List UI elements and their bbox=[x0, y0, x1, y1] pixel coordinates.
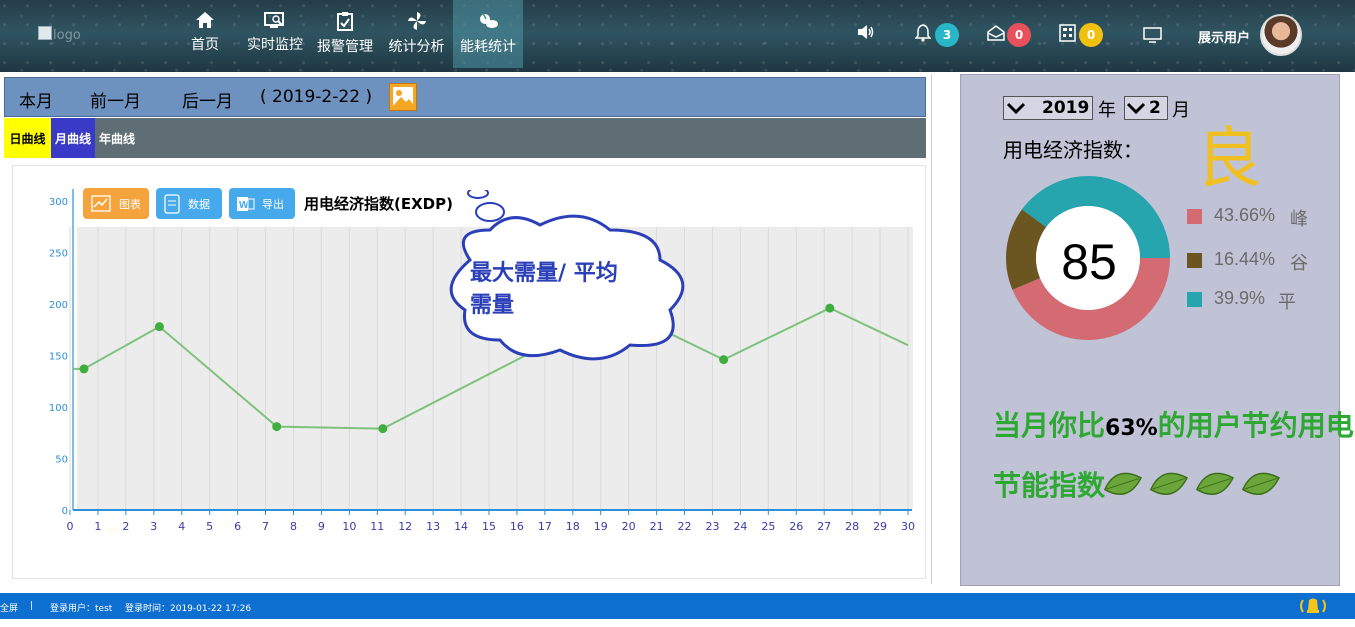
x-tick-label: 13 bbox=[426, 520, 440, 533]
data-point[interactable] bbox=[154, 322, 164, 332]
fullscreen-link[interactable]: 全屏 bbox=[0, 601, 18, 614]
x-tick-label: 11 bbox=[370, 520, 384, 533]
word-export-icon: W bbox=[237, 196, 255, 211]
data-point[interactable] bbox=[719, 355, 729, 365]
leaf-icon bbox=[1149, 472, 1189, 495]
calculator-icon[interactable] bbox=[1059, 24, 1076, 42]
energy-leaves bbox=[1103, 472, 1281, 495]
chart-chip-label: 图表 bbox=[119, 197, 141, 211]
chevron-down-icon bbox=[1126, 102, 1146, 115]
x-tick-label: 15 bbox=[482, 520, 496, 533]
x-tick-label: 1 bbox=[94, 520, 101, 533]
y-tick-label: 300 bbox=[49, 197, 68, 208]
x-tick-label: 26 bbox=[789, 520, 803, 533]
data-point[interactable] bbox=[825, 303, 835, 313]
x-tick-label: 5 bbox=[206, 520, 213, 533]
legend-valley-swatch bbox=[1187, 253, 1202, 268]
x-tick-label: 10 bbox=[342, 520, 356, 533]
login-time: 登录时间：2019-01-22 17:26 bbox=[125, 604, 252, 614]
leaf-icon bbox=[1241, 472, 1281, 495]
legend-valley-pct: 16.44% bbox=[1214, 249, 1276, 269]
user-name[interactable]: 展示用户 bbox=[1198, 27, 1250, 46]
x-tick-label: 8 bbox=[290, 520, 297, 533]
x-tick-label: 0 bbox=[67, 520, 74, 533]
x-tick-label: 30 bbox=[901, 520, 915, 533]
panel-divider bbox=[931, 74, 932, 584]
x-tick-label: 21 bbox=[650, 520, 664, 533]
saving-comparison: 当月你比63%的用户节约用电 bbox=[993, 404, 1354, 444]
chevron-down-icon bbox=[1006, 102, 1026, 115]
export-chip-label: 导出 bbox=[262, 197, 284, 211]
grade-value: 良 bbox=[1196, 120, 1262, 197]
legend-flat-swatch bbox=[1187, 292, 1202, 307]
mail-badge: 0 bbox=[1007, 23, 1031, 47]
y-tick-label: 100 bbox=[49, 403, 68, 414]
avatar[interactable] bbox=[1260, 14, 1302, 56]
export-chip[interactable]: W 导出 bbox=[229, 188, 295, 219]
legend-flat-pct: 39.9% bbox=[1214, 288, 1266, 308]
bell-badge: 3 bbox=[935, 23, 959, 47]
x-tick-label: 25 bbox=[761, 520, 775, 533]
month-unit: 月 bbox=[1172, 100, 1190, 121]
saving-pre: 当月你比 bbox=[993, 409, 1106, 442]
score-value: 85 bbox=[1061, 234, 1117, 290]
status-bar: 全屏 | 登录用户：test 登录时间：2019-01-22 17:26 bbox=[0, 593, 1355, 619]
x-tick-label: 9 bbox=[318, 520, 325, 533]
x-tick-label: 6 bbox=[234, 520, 241, 533]
x-tick-label: 16 bbox=[510, 520, 524, 533]
status-separator: | bbox=[30, 601, 34, 611]
leaf-icon bbox=[1195, 472, 1235, 495]
x-tick-label: 23 bbox=[705, 520, 719, 533]
saving-percent: 63% bbox=[1105, 416, 1158, 441]
y-tick-label: 0 bbox=[62, 506, 68, 517]
x-tick-label: 24 bbox=[733, 520, 747, 533]
cloud-annotation: 最大需量/ 平均需量 bbox=[470, 261, 618, 318]
y-tick-label: 250 bbox=[49, 249, 68, 260]
legend-peak-name: 峰 bbox=[1290, 209, 1308, 229]
legend-valley-name: 谷 bbox=[1290, 253, 1308, 273]
x-tick-label: 28 bbox=[845, 520, 859, 533]
chart-view-chip[interactable]: 图表 bbox=[83, 188, 149, 219]
data-view-chip[interactable]: 数据 bbox=[156, 188, 222, 219]
x-tick-label: 2 bbox=[122, 520, 129, 533]
data-point[interactable] bbox=[272, 422, 282, 432]
screen-icon[interactable] bbox=[1143, 27, 1162, 43]
year-select[interactable]: 2019 bbox=[1003, 96, 1093, 120]
legend-flat-name: 平 bbox=[1278, 292, 1296, 312]
x-tick-label: 18 bbox=[566, 520, 580, 533]
saving-post: 的用户节约用电 bbox=[1157, 409, 1354, 442]
legend-peak-pct: 43.66% bbox=[1214, 205, 1276, 225]
line-chart-icon bbox=[91, 194, 111, 212]
month-value: 2 bbox=[1149, 98, 1161, 118]
data-point[interactable] bbox=[79, 364, 89, 374]
x-tick-label: 3 bbox=[150, 520, 157, 533]
x-tick-label: 27 bbox=[817, 520, 831, 533]
year-unit: 年 bbox=[1098, 100, 1116, 121]
y-tick-label: 200 bbox=[49, 300, 68, 311]
data-chip-label: 数据 bbox=[188, 197, 210, 211]
data-point[interactable] bbox=[378, 424, 388, 434]
x-tick-label: 7 bbox=[262, 520, 269, 533]
alarm-icon[interactable] bbox=[1297, 596, 1329, 616]
x-tick-label: 29 bbox=[873, 520, 887, 533]
year-value: 2019 bbox=[1042, 98, 1090, 118]
leaf-icon bbox=[1103, 472, 1143, 495]
economic-index-label: 用电经济指数： bbox=[1003, 138, 1143, 162]
month-select[interactable]: 2 bbox=[1124, 96, 1168, 120]
logged-in-user: 登录用户：test bbox=[50, 604, 113, 614]
calculator-badge: 0 bbox=[1079, 23, 1103, 47]
mail-home-icon[interactable] bbox=[987, 24, 1005, 42]
document-icon bbox=[164, 193, 180, 214]
x-tick-label: 20 bbox=[622, 520, 636, 533]
x-tick-label: 4 bbox=[178, 520, 185, 533]
x-tick-label: 12 bbox=[398, 520, 412, 533]
legend-peak-swatch bbox=[1187, 209, 1202, 224]
y-tick-label: 150 bbox=[49, 352, 68, 363]
x-tick-label: 19 bbox=[594, 520, 608, 533]
energy-index-label: 节能指数 bbox=[993, 469, 1106, 502]
y-tick-label: 50 bbox=[55, 455, 68, 466]
x-tick-label: 22 bbox=[678, 520, 692, 533]
x-tick-label: 17 bbox=[538, 520, 552, 533]
x-tick-label: 14 bbox=[454, 520, 468, 533]
